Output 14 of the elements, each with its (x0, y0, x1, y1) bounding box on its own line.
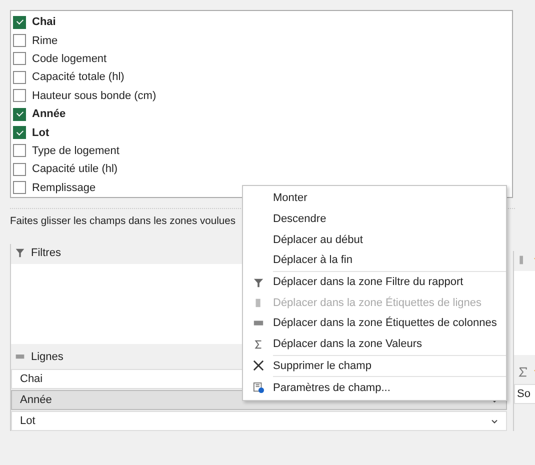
field-label: Lot (32, 126, 50, 139)
field-label: Remplissage (32, 182, 96, 194)
instruction-text: Faites glisser les champs dans les zones voulues (10, 216, 236, 229)
field-label: Année (32, 108, 66, 120)
field-label: Capacité utile (hl) (32, 163, 118, 176)
field-label: Hauteur sous bonde (cm) (32, 90, 156, 102)
area-title: Lignes (31, 351, 64, 363)
menu-item: Déplacer dans la zone Étiquettes de lignes (273, 296, 482, 309)
area-title: Filtres (31, 247, 61, 259)
field-label: Capacité totale (hl) (32, 71, 124, 84)
field-label: Rime (32, 34, 58, 47)
field-label: Chai (32, 16, 56, 28)
field-label: Code logement (32, 52, 107, 65)
field-label: Type de logement (32, 144, 120, 157)
